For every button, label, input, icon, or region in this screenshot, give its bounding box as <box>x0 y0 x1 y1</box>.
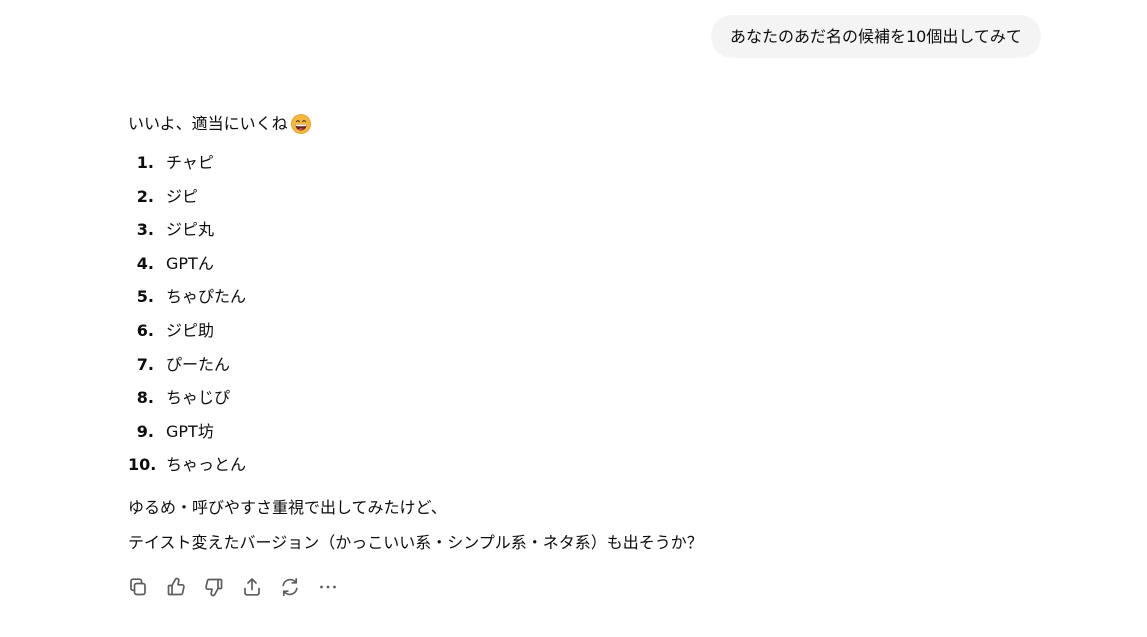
list-number: 7. <box>136 354 154 374</box>
list-item: 3. ジピ丸 <box>128 213 1028 247</box>
list-text: GPTん <box>166 253 214 273</box>
list-number: 10. <box>128 455 157 475</box>
intro-text: いいよ、適当にいくね <box>128 114 288 133</box>
grinning-face-emoji-icon <box>290 114 311 134</box>
thumbs-up-icon <box>167 577 185 596</box>
outro-line-2: テイスト変えたバージョン（かっこいい系・シンプル系・ネタ系）も出そうか？ <box>128 532 703 552</box>
list-text: ジピ丸 <box>166 220 215 240</box>
thumbs-down-icon <box>205 578 223 597</box>
list-item: 9. GPT坊 <box>128 415 1028 449</box>
outro-line-1: ゆるめ・呼びやすさ重視で出してみたけど、 <box>128 497 447 517</box>
list-number: 1. <box>136 153 154 172</box>
list-number: 6. <box>136 320 154 340</box>
list-item: 6. ジピ助 <box>128 314 1028 348</box>
thumbs-down-button[interactable] <box>203 576 225 598</box>
message-actions <box>127 576 339 598</box>
list-item: 2. ジピ <box>128 180 1028 214</box>
list-text: ジピ助 <box>166 320 215 340</box>
list-text: チャピ <box>166 153 214 172</box>
user-message-bubble: あなたのあだ名の候補を10個出してみて <box>711 15 1041 58</box>
regenerate-icon <box>282 577 298 597</box>
copy-icon <box>130 578 146 596</box>
regenerate-button[interactable] <box>279 576 301 598</box>
more-icon <box>320 585 336 589</box>
list-item: 8. ちゃじぴ <box>128 381 1028 415</box>
list-item: 7. ぴーたん <box>128 348 1028 382</box>
list-text: ちゃぴたん <box>166 287 247 307</box>
nickname-list: 1. チャピ 2. ジピ 3. ジピ丸 4. GPTん 5. ちゃぴたん 6. ジピ助 7.… <box>128 146 1028 482</box>
list-number: 9. <box>136 421 154 441</box>
assistant-intro: いいよ、適当にいくね <box>128 110 1028 138</box>
list-item: 1. チャピ <box>128 146 1028 180</box>
list-number: 2. <box>136 186 154 206</box>
list-text: ぴーたん <box>166 354 231 374</box>
list-text: ジピ <box>166 186 199 206</box>
share-icon <box>244 578 260 596</box>
list-number: 3. <box>136 220 154 240</box>
thumbs-up-button[interactable] <box>165 576 187 598</box>
list-text: ちゃじぴ <box>166 388 231 408</box>
list-text: ちゃっとん <box>166 455 247 475</box>
list-item: 4. GPTん <box>128 247 1028 281</box>
list-text: GPT坊 <box>166 421 214 441</box>
list-number: 8. <box>136 388 154 408</box>
share-button[interactable] <box>241 576 263 598</box>
copy-button[interactable] <box>127 576 149 598</box>
assistant-message: いいよ、適当にいくね 1. チャピ 2. ジピ 3. ジピ丸 4. GPTん 5. ちゃぴ… <box>128 110 1028 560</box>
list-number: 5. <box>136 287 154 307</box>
more-options-button[interactable] <box>317 576 339 598</box>
list-item: 5. ちゃぴたん <box>128 280 1028 314</box>
chat-page: あなたのあだ名の候補を10個出してみて いいよ、適当にいくね 1. チャピ 2. ジ… <box>0 0 1147 637</box>
list-number: 4. <box>136 253 154 273</box>
assistant-outro: ゆるめ・呼びやすさ重視で出してみたけど、 テイスト変えたバージョン（かっこいい系… <box>128 490 1028 560</box>
list-item: 10. ちゃっとん <box>128 448 1028 482</box>
